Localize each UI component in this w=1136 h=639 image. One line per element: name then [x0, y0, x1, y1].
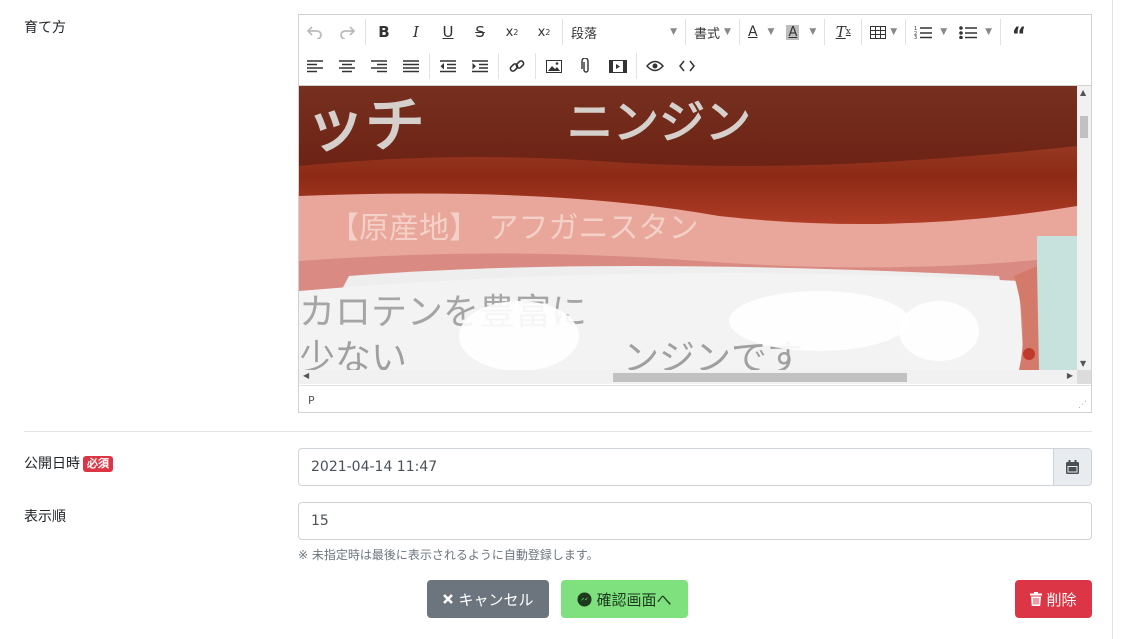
strikethrough-icon[interactable]: S	[464, 18, 496, 46]
toolbar-separator	[685, 19, 686, 45]
scroll-right-icon[interactable]: ▶	[1067, 371, 1073, 380]
ordered-list-icon[interactable]: 123 ▼	[908, 18, 953, 46]
publish-datetime-input[interactable]: 2021-04-14 11:47	[298, 448, 1054, 486]
background-color-icon[interactable]: A ▼	[780, 18, 822, 46]
toolbar-separator	[535, 53, 536, 79]
chevron-down-icon: ▼	[670, 27, 677, 37]
superscript-icon[interactable]: x2	[528, 18, 560, 46]
publish-datetime-label: 公開日時 必須	[24, 453, 113, 473]
scrollbar-thumb[interactable]	[1080, 116, 1088, 138]
image-icon[interactable]	[538, 52, 570, 80]
editor-statusbar: P ⋰	[299, 385, 1091, 413]
form-panel: 育て方 B I U S x2 x2 段落 ▼ 書式 ▼ A ▼ A ▼ T x …	[0, 0, 1113, 639]
scrollbar-thumb[interactable]	[613, 373, 907, 382]
blockquote-icon[interactable]: “	[1003, 18, 1035, 49]
cancel-button[interactable]: キャンセル	[427, 580, 549, 618]
image-text-1a: ッチ	[305, 91, 425, 161]
code-view-icon[interactable]	[671, 52, 703, 80]
align-right-icon[interactable]	[363, 52, 395, 80]
format-dropdown-label: 書式	[694, 26, 721, 42]
toolbar-separator	[824, 19, 826, 45]
image-text-1b: ニンジン	[567, 95, 751, 149]
toolbar-separator	[1000, 19, 1002, 45]
scroll-down-icon[interactable]: ▼	[1080, 359, 1086, 368]
align-center-icon[interactable]	[331, 52, 363, 80]
cultivation-label: 育て方	[24, 20, 66, 36]
link-icon[interactable]	[501, 52, 533, 80]
trash-icon	[1030, 592, 1043, 606]
redo-icon[interactable]	[331, 18, 363, 46]
underline-icon[interactable]: U	[432, 18, 464, 46]
display-order-input[interactable]: 15	[298, 502, 1092, 540]
clear-format-icon[interactable]: Tx	[827, 18, 859, 46]
outdent-icon[interactable]	[432, 52, 464, 80]
required-badge: 必須	[83, 456, 113, 472]
carrot-package-image: ッチ ニンジン 【原産地】 アフガニスタン カロテンを豊富に 少ない ンジンです	[299, 86, 1077, 370]
toolbar-separator	[498, 53, 499, 79]
scroll-left-icon[interactable]: ◀	[303, 371, 309, 380]
toolbar-separator	[905, 19, 907, 45]
messenger-icon	[577, 592, 592, 607]
paragraph-select[interactable]: 段落 ▼	[565, 18, 683, 46]
paragraph-select-label: 段落	[571, 26, 598, 42]
image-text-2: 【原産地】 アフガニスタン	[329, 211, 699, 246]
horizontal-scrollbar[interactable]: ◀ ▶	[299, 370, 1077, 384]
calendar-button[interactable]	[1053, 448, 1092, 486]
resize-handle-icon[interactable]: ⋰	[1078, 400, 1087, 410]
chevron-down-icon: ▼	[724, 27, 731, 37]
publish-label-text: 公開日時	[24, 456, 80, 472]
preview-icon[interactable]	[639, 52, 671, 80]
toolbar-row-1: B I U S x2 x2 段落 ▼ 書式 ▼ A ▼ A ▼ T x ▼ 1 …	[299, 15, 1035, 49]
rich-text-editor[interactable]: B I U S x2 x2 段落 ▼ 書式 ▼ A ▼ A ▼ T x ▼ 1 …	[298, 14, 1092, 413]
delete-button-label: 削除	[1046, 590, 1077, 609]
attachment-icon[interactable]	[570, 52, 602, 80]
element-path[interactable]: P	[308, 394, 315, 407]
undo-icon[interactable]	[299, 18, 331, 46]
svg-text:3: 3	[914, 35, 917, 39]
section-divider	[24, 431, 1092, 432]
toolbar-separator	[365, 19, 366, 45]
toolbar-separator	[636, 53, 637, 79]
confirm-button-label: 確認画面へ	[596, 590, 672, 609]
close-icon	[442, 593, 454, 605]
indent-icon[interactable]	[464, 52, 496, 80]
toolbar-separator	[861, 19, 863, 45]
editor-content[interactable]: ッチ ニンジン 【原産地】 アフガニスタン カロテンを豊富に 少ない ンジンです…	[299, 86, 1091, 384]
editor-toolbar: B I U S x2 x2 段落 ▼ 書式 ▼ A ▼ A ▼ T x ▼ 1 …	[299, 15, 1091, 86]
subscript-icon[interactable]: x2	[496, 18, 528, 46]
bold-icon[interactable]: B	[368, 18, 400, 46]
cancel-button-label: キャンセル	[458, 590, 534, 609]
confirm-button[interactable]: 確認画面へ	[561, 580, 688, 618]
toolbar-separator	[738, 19, 740, 45]
toolbar-separator	[429, 53, 430, 79]
display-order-value: 15	[311, 513, 329, 529]
scroll-up-icon[interactable]: ▲	[1080, 88, 1086, 97]
vertical-scrollbar[interactable]: ▲ ▼	[1077, 86, 1091, 370]
unordered-list-icon[interactable]: ▼	[953, 18, 998, 46]
text-color-icon[interactable]: A ▼	[742, 18, 781, 46]
align-left-icon[interactable]	[299, 52, 331, 80]
toolbar-separator	[562, 19, 563, 45]
video-icon[interactable]	[602, 52, 634, 80]
italic-icon[interactable]: I	[400, 18, 432, 46]
format-dropdown[interactable]: 書式 ▼	[688, 18, 737, 46]
publish-datetime-value: 2021-04-14 11:47	[311, 459, 438, 475]
delete-button[interactable]: 削除	[1015, 580, 1092, 618]
scrollbar-corner	[1077, 370, 1091, 384]
calendar-icon	[1066, 460, 1079, 474]
toolbar-row-2	[299, 49, 703, 83]
display-order-label: 表示順	[24, 509, 66, 525]
align-justify-icon[interactable]	[395, 52, 427, 80]
table-icon[interactable]: ▼	[864, 18, 903, 46]
display-order-help: ※ 未指定時は最後に表示されるように自動登録します。	[298, 548, 599, 562]
